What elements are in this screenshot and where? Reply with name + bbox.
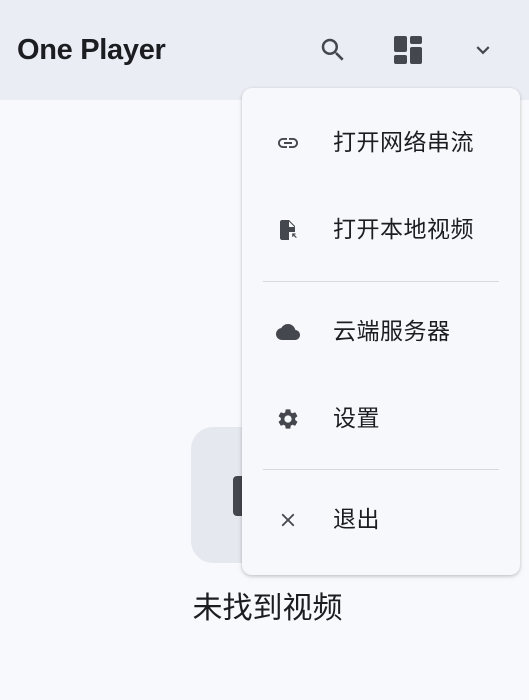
- menu-divider: [263, 469, 499, 470]
- overflow-menu: 打开网络串流 打开本地视频 云端服务器 设置 退出: [242, 88, 520, 575]
- close-icon: [276, 508, 300, 532]
- more-menu-button[interactable]: [459, 26, 507, 74]
- menu-item-label: 打开网络串流: [333, 130, 474, 156]
- link-icon: [276, 131, 300, 155]
- menu-item-label: 退出: [333, 507, 380, 533]
- menu-item-open-local-video[interactable]: 打开本地视频: [242, 202, 520, 258]
- menu-item-label: 设置: [333, 406, 380, 432]
- empty-state-message: 未找到视频: [192, 591, 343, 626]
- gear-icon: [276, 407, 300, 431]
- menu-item-label: 打开本地视频: [333, 217, 474, 243]
- cloud-icon: [276, 320, 300, 344]
- app-bar: One Player: [0, 0, 529, 100]
- chevron-down-icon: [470, 37, 496, 63]
- menu-item-open-network-stream[interactable]: 打开网络串流: [242, 115, 520, 171]
- menu-divider: [263, 281, 499, 282]
- dashboard-layout-icon: [393, 35, 423, 65]
- file-open-icon: [276, 218, 300, 242]
- app-title: One Player: [17, 34, 166, 66]
- search-icon: [318, 35, 348, 65]
- menu-item-cloud-server[interactable]: 云端服务器: [242, 304, 520, 360]
- menu-item-settings[interactable]: 设置: [242, 391, 520, 447]
- menu-item-label: 云端服务器: [333, 319, 451, 345]
- search-button[interactable]: [309, 26, 357, 74]
- layout-button[interactable]: [384, 26, 432, 74]
- menu-item-exit[interactable]: 退出: [242, 492, 520, 548]
